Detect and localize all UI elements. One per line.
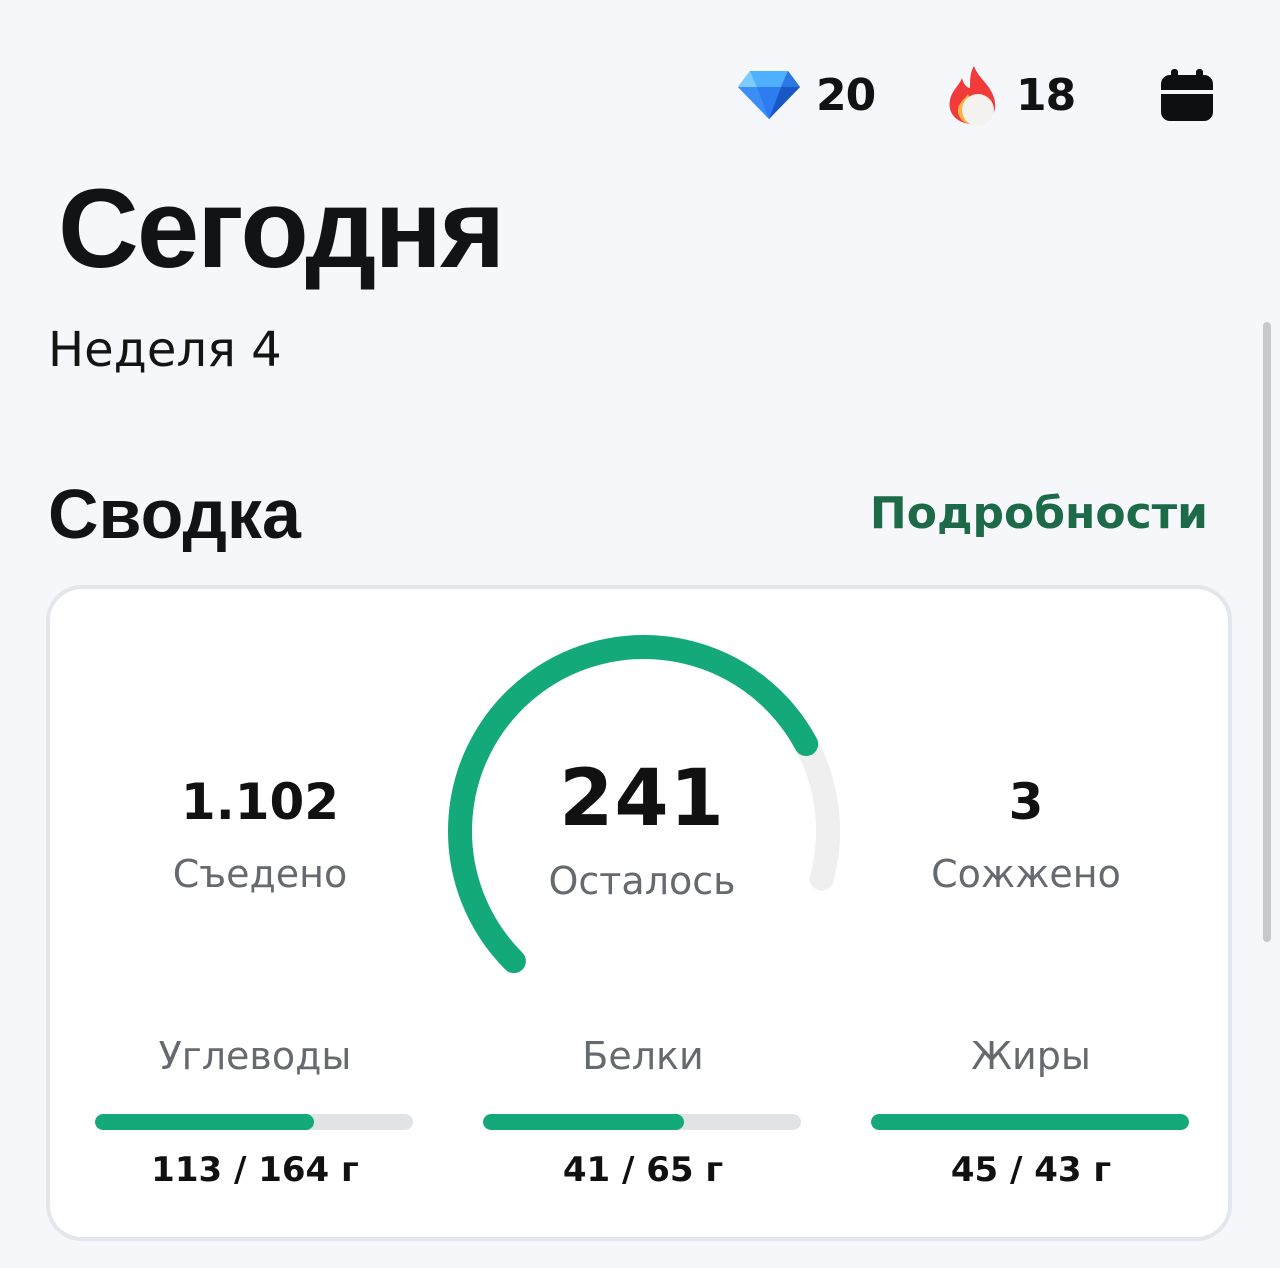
eaten-metric: 1.102 Съедено bbox=[80, 775, 440, 898]
macro-fat: Жиры 45 / 43 г bbox=[871, 1034, 1191, 1190]
macro-carbs-value: 113 / 164 г bbox=[151, 1149, 359, 1190]
macro-fat-value: 45 / 43 г bbox=[950, 1149, 1112, 1190]
gems-counter[interactable]: 20 bbox=[736, 60, 876, 130]
burned-metric: 3 Сожжено bbox=[846, 775, 1206, 898]
macro-fat-fill bbox=[871, 1113, 1189, 1130]
burned-value: 3 bbox=[1008, 773, 1044, 831]
remaining-metric: 241 Осталось bbox=[462, 754, 822, 904]
macro-carbs-track bbox=[95, 1113, 413, 1130]
summary-title: Сводка bbox=[48, 475, 301, 553]
streak-counter[interactable]: 18 bbox=[944, 60, 1076, 130]
macro-carbs-label: Углеводы bbox=[158, 1034, 352, 1078]
scrollbar[interactable] bbox=[1263, 322, 1271, 942]
remaining-value: 241 bbox=[559, 754, 725, 844]
top-bar: 20 18 bbox=[0, 60, 1280, 130]
eaten-value: 1.102 bbox=[180, 773, 340, 831]
gems-count: 20 bbox=[816, 69, 876, 121]
macro-protein-label: Белки bbox=[582, 1034, 704, 1078]
macro-protein: Белки 41 / 65 г bbox=[483, 1034, 803, 1190]
burned-label: Сожжено bbox=[931, 852, 1121, 896]
macro-carbs-fill bbox=[95, 1113, 315, 1130]
week-label: Неделя 4 bbox=[48, 322, 282, 378]
flame-icon bbox=[949, 66, 996, 126]
calendar-button[interactable] bbox=[1158, 66, 1216, 124]
macro-fat-label: Жиры bbox=[971, 1034, 1091, 1078]
diamond-icon bbox=[738, 71, 800, 119]
macro-protein-track bbox=[483, 1113, 801, 1130]
summary-card[interactable]: 1.102 Съедено 241 Осталось 3 Сожжено Угл… bbox=[46, 585, 1232, 1241]
macro-fat-track bbox=[871, 1113, 1189, 1130]
macro-protein-value: 41 / 65 г bbox=[562, 1149, 724, 1190]
details-link[interactable]: Подробности bbox=[870, 488, 1208, 541]
remaining-label: Осталось bbox=[548, 858, 736, 903]
streak-count: 18 bbox=[1016, 69, 1076, 121]
macro-carbs: Углеводы 113 / 164 г bbox=[95, 1034, 415, 1190]
today-screen: 20 18 Сегодня Неделя 4 Сводка Подробност… bbox=[0, 0, 1280, 1268]
calendar-icon bbox=[1161, 69, 1213, 121]
eaten-label: Съедено bbox=[172, 852, 348, 896]
page-title: Сегодня bbox=[58, 166, 505, 291]
macro-protein-fill bbox=[483, 1113, 684, 1130]
